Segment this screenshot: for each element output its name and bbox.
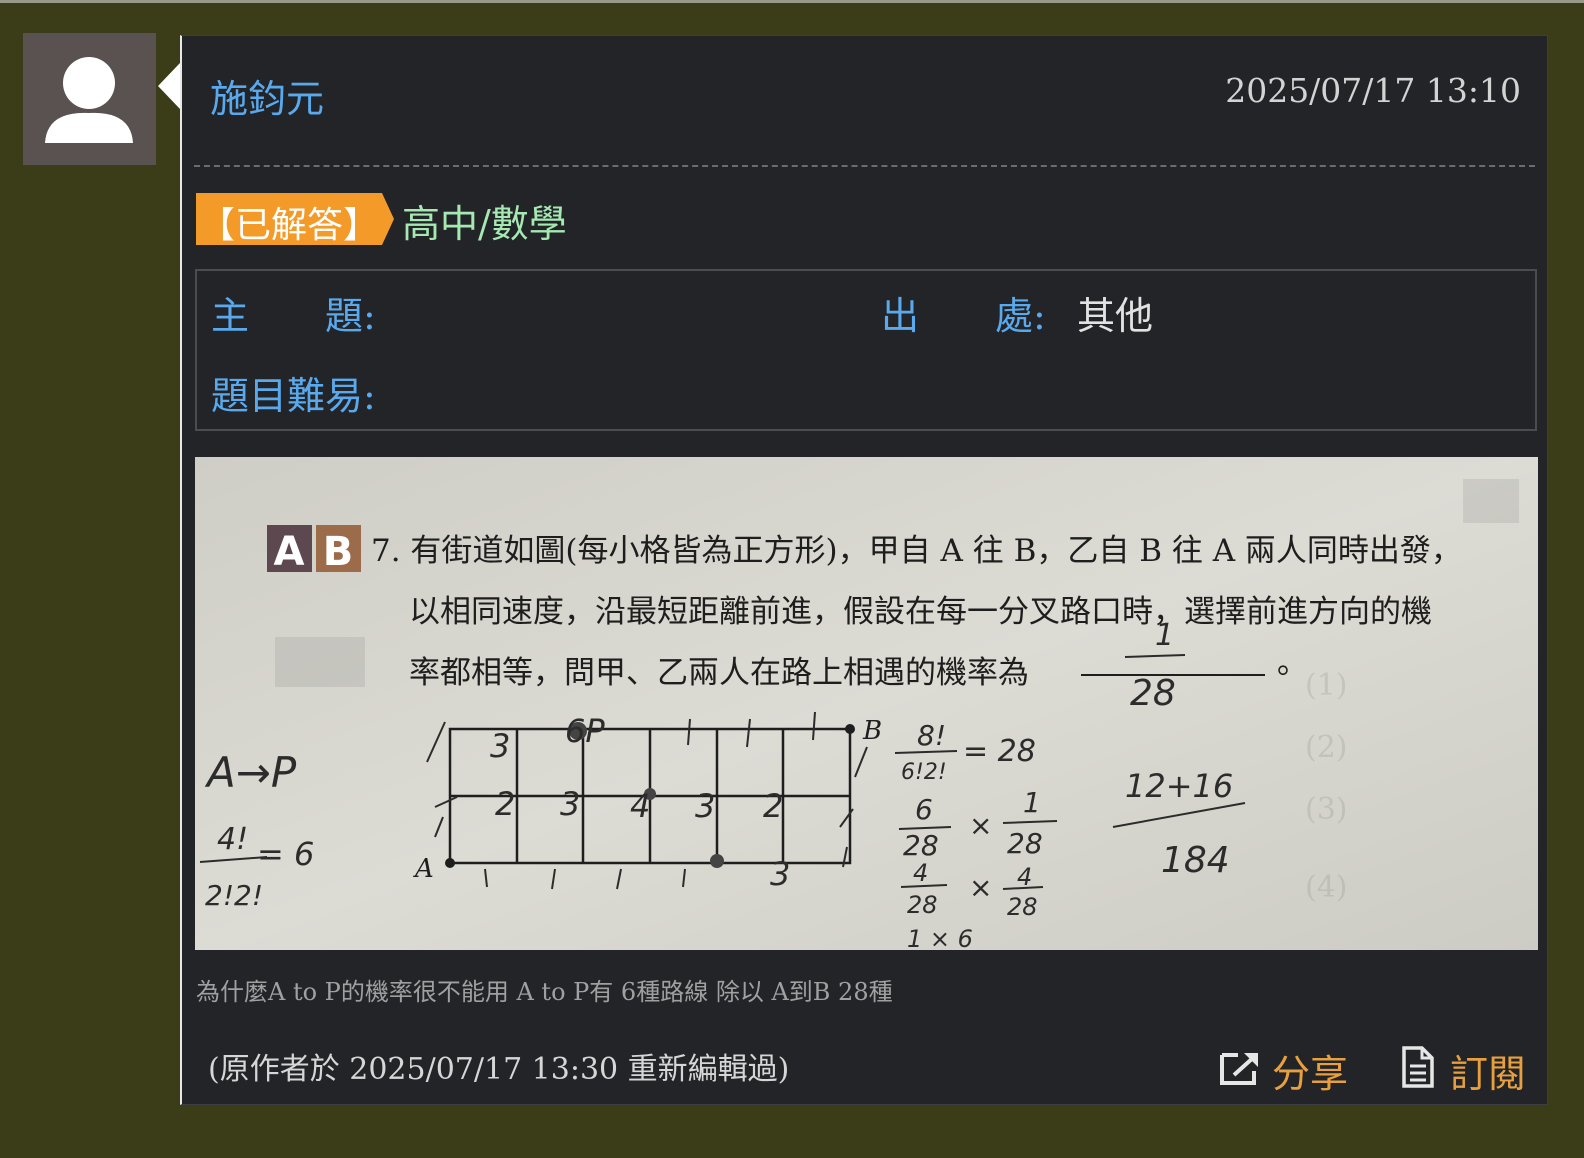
author-name[interactable]: 施鈞元 — [210, 68, 324, 123]
difficulty-label: 題目難易: — [211, 374, 376, 418]
edited-note: (原作者於 2025/07/17 13:30 重新編輯過) — [208, 1052, 790, 1087]
svg-text:(2): (2) — [1305, 730, 1348, 765]
work-2-num2: 1 — [1023, 786, 1041, 819]
post-datetime: 2025/07/17 13:10 — [1225, 71, 1521, 110]
work-2-num: 6 — [915, 793, 933, 826]
post-card: 施鈞元 2025/07/17 13:10 【已解答】 高中/數學 主 題: 出 … — [180, 35, 1548, 1105]
share-icon — [1220, 1053, 1258, 1085]
grid-label-a: A — [413, 854, 434, 884]
svg-text:(1): (1) — [1305, 668, 1348, 703]
work-1-num: 8! — [917, 719, 946, 752]
svg-text:3: 3 — [490, 727, 510, 765]
answer-denominator: 28 — [1130, 673, 1176, 714]
work-3-times: × — [969, 871, 992, 904]
svg-text:3: 3 — [560, 785, 580, 823]
note-factorial-num: 4! — [217, 822, 248, 857]
user-silhouette-icon — [45, 57, 133, 143]
svg-text:2: 2 — [763, 787, 783, 825]
work-1-eq: = 28 — [963, 734, 1036, 769]
note-factorial-eq: = 6 — [257, 835, 314, 873]
svg-text:3: 3 — [695, 787, 715, 825]
question-caption: 為什麼A to P的機率很不能用 A to P有 6種路線 除以 A到B 28種 — [196, 978, 893, 1006]
document-icon — [1402, 1046, 1434, 1088]
svg-text:4: 4 — [630, 787, 650, 825]
grid-label-b: B — [862, 716, 882, 746]
divider — [194, 165, 1535, 167]
question-photo[interactable]: (1) (2) (3) (4) A B 7. 有街道如圖(每小格皆為正方形)，甲自 … — [195, 457, 1538, 950]
question-line-3: 率都相等，問甲、乙兩人在路上相遇的機率為 — [409, 655, 1029, 691]
source-value: 其他 — [1077, 294, 1154, 338]
subscribe-button[interactable]: 訂閱 — [1400, 1041, 1530, 1096]
work-3-num: 4 — [913, 859, 928, 887]
subject-label: 主 題: — [211, 294, 376, 338]
question-info-box: 主 題: 出 處: 其他 題目難易: — [195, 269, 1537, 431]
subscribe-label: 訂閱 — [1450, 1052, 1527, 1096]
note-factorial-den: 2!2! — [205, 879, 263, 912]
category-link[interactable]: 高中/數學 — [402, 193, 567, 248]
grid-label-p: 6P — [565, 712, 605, 750]
speech-pointer — [158, 63, 180, 109]
work-1-den: 6!2! — [901, 760, 947, 785]
top-border — [0, 0, 1584, 3]
badge-a: A — [274, 529, 305, 575]
work-sum-num: 12+16 — [1125, 767, 1233, 805]
source-label: 出 處: — [881, 294, 1046, 338]
work-2-den: 28 — [903, 829, 939, 862]
work-3-den: 28 — [907, 891, 938, 919]
badge-b: B — [323, 529, 354, 575]
status-badge-label: 【已解答】 — [198, 205, 379, 246]
status-badge: 【已解答】 — [196, 193, 394, 246]
avatar[interactable] — [23, 33, 156, 165]
svg-text:3: 3 — [770, 855, 790, 893]
work-sum-den: 184 — [1161, 840, 1230, 881]
answer-numerator: 1 — [1155, 618, 1174, 653]
note-a-to-p: A→P — [204, 748, 297, 797]
question-line-2: 以相同速度，沿最短距離前進，假設在每一分叉路口時，選擇前進方向的機 — [409, 594, 1432, 630]
svg-text:(4): (4) — [1305, 870, 1348, 905]
work-4: 1 × 6 — [907, 925, 973, 950]
share-button[interactable]: 分享 — [1218, 1041, 1348, 1096]
work-3-den2: 28 — [1007, 893, 1038, 921]
question-end: 。 — [1277, 645, 1308, 681]
svg-text:(3): (3) — [1305, 792, 1348, 827]
work-2-times: × — [969, 809, 992, 842]
svg-text:2: 2 — [495, 785, 515, 823]
question-photo-content: (1) (2) (3) (4) A B 7. 有街道如圖(每小格皆為正方形)，甲自 … — [195, 457, 1538, 950]
work-2-den2: 28 — [1007, 827, 1043, 860]
share-label: 分享 — [1272, 1052, 1349, 1096]
question-line-1: 7. 有街道如圖(每小格皆為正方形)，甲自 A 往 B，乙自 B 往 A 兩人同… — [371, 533, 1462, 569]
